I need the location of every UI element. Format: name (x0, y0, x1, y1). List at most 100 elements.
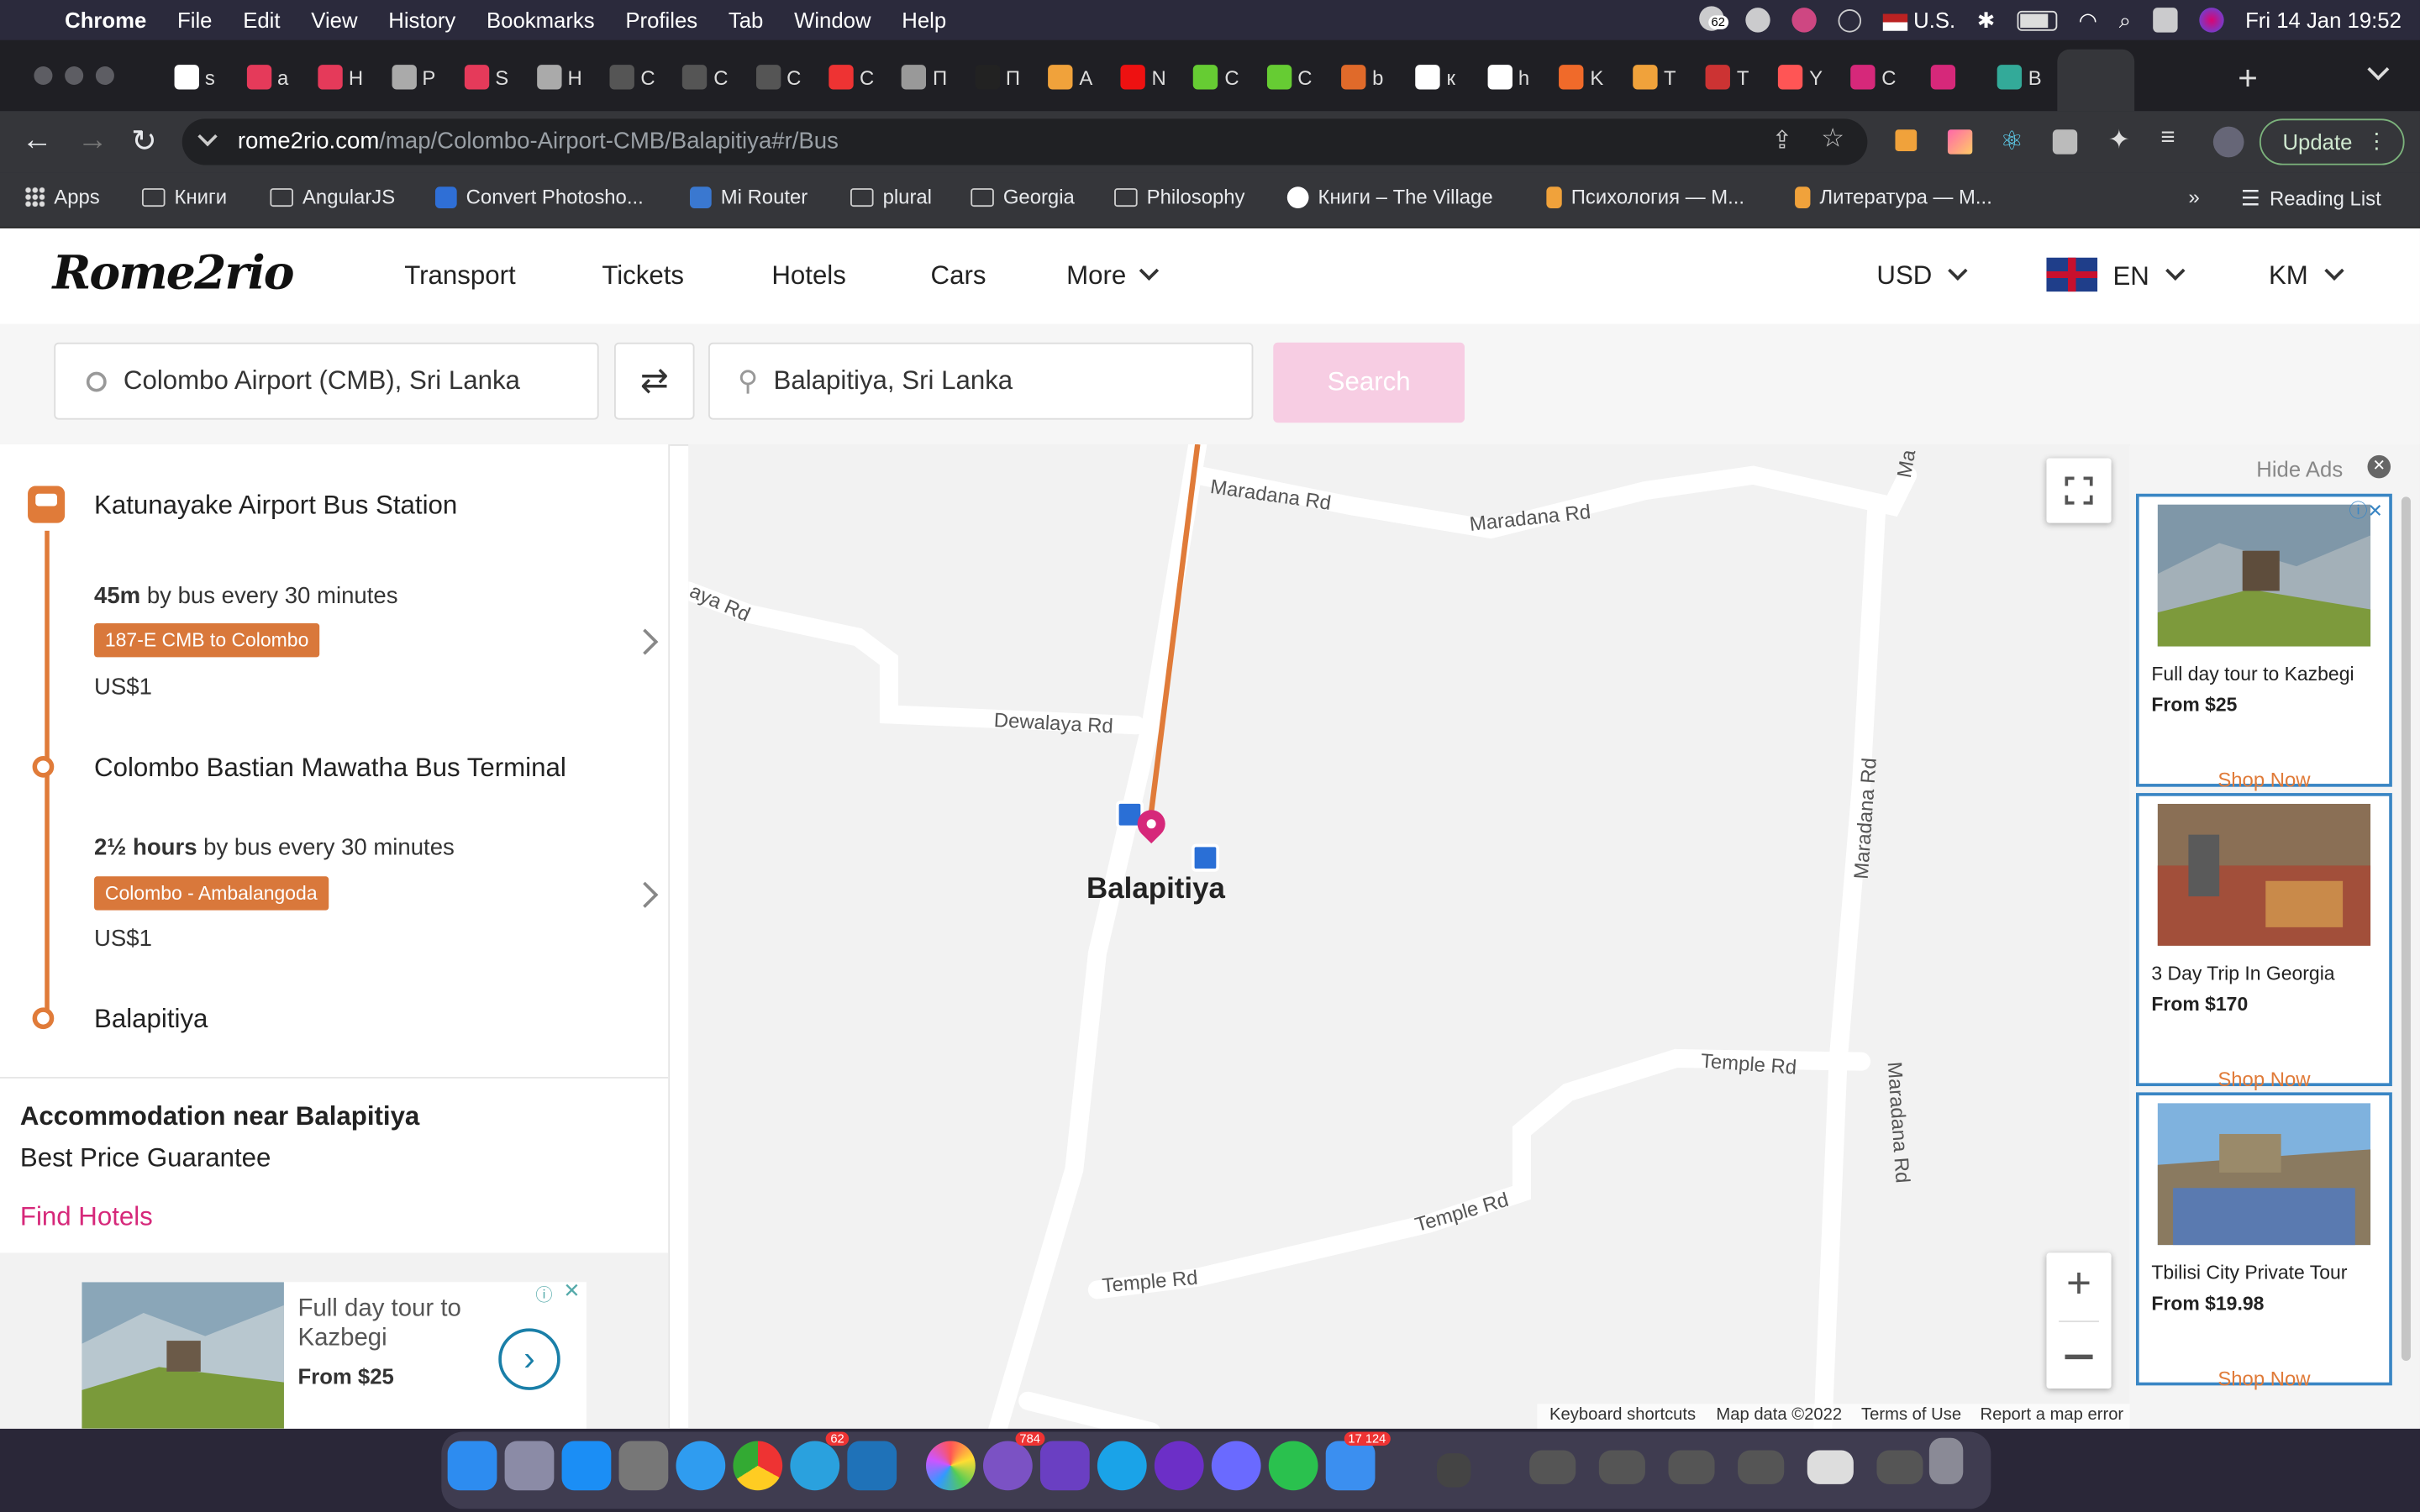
browser-tab[interactable]: C (1843, 52, 1904, 102)
browser-tab[interactable]: P (382, 52, 444, 102)
menu-bookmarks[interactable]: Bookmarks (487, 8, 595, 32)
profile-avatar[interactable] (2212, 126, 2244, 158)
vscode-icon[interactable] (847, 1441, 897, 1491)
viber-icon[interactable]: 784 (982, 1431, 1045, 1491)
close-icon[interactable]: ✕ (2367, 454, 2391, 479)
shop-now-button[interactable]: Shop Now (2139, 1068, 2390, 1091)
ads-scrollbar[interactable] (2401, 496, 2411, 1361)
extension-icon-2[interactable] (1947, 129, 1973, 155)
nav-cars[interactable]: Cars (931, 260, 986, 291)
app-store-icon[interactable] (561, 1441, 612, 1491)
tab-search-chevron-icon[interactable] (2367, 58, 2390, 81)
browser-tab[interactable]: H (309, 52, 371, 102)
browser-tab[interactable]: C (748, 52, 809, 102)
mail-icon[interactable]: 17 124 (1325, 1431, 1391, 1491)
bookmark-apps[interactable]: Apps (24, 185, 100, 208)
rome2rio-logo[interactable]: Rome2rio (52, 247, 294, 301)
media-control-icon[interactable]: ≡ (2160, 125, 2175, 153)
siri-icon[interactable] (2198, 8, 2224, 33)
keyboard-shortcuts-link[interactable]: Keyboard shortcuts (1549, 1405, 1696, 1424)
new-tab-button[interactable]: + (2238, 59, 2258, 99)
bookmark-angularjs[interactable]: AngularJS (270, 185, 395, 208)
window-thumbnail-icon[interactable] (1876, 1450, 1923, 1484)
browser-tab[interactable] (1916, 52, 1977, 102)
menu-edit[interactable]: Edit (243, 8, 280, 32)
window-thumbnail-icon[interactable] (1807, 1450, 1854, 1484)
report-error-link[interactable]: Report a map error (1980, 1405, 2123, 1424)
browser-tab[interactable]: H (529, 52, 590, 102)
ad-close-icon[interactable]: ✕ (563, 1279, 580, 1304)
spotlight-search-icon[interactable]: ⌕ (2119, 7, 2131, 33)
ad-card[interactable]: 3 Day Trip In Georgia From $170 Shop Now (2135, 793, 2392, 1091)
ad-card[interactable]: Tbilisi City Private Tour From $19.98 Sh… (2135, 1092, 2392, 1390)
nav-tickets[interactable]: Tickets (602, 260, 684, 291)
control-center-icon[interactable] (2152, 8, 2178, 33)
menu-tab[interactable]: Tab (729, 8, 763, 32)
terms-link[interactable]: Terms of Use (1861, 1405, 1961, 1424)
skype-icon[interactable] (1097, 1441, 1147, 1491)
browser-tab[interactable]: B (1989, 52, 2050, 102)
language-selector[interactable]: EN (2046, 257, 2185, 294)
trash-icon[interactable] (1928, 1437, 1964, 1484)
browser-tab[interactable]: C (1259, 52, 1320, 102)
recent-app-icon[interactable] (1436, 1453, 1471, 1488)
chrome-icon[interactable] (733, 1441, 783, 1491)
notification-icon[interactable]: 62 (1698, 5, 1728, 34)
finder-icon[interactable] (447, 1441, 497, 1491)
browser-tab[interactable]: Y (1770, 52, 1831, 102)
segment-2-chevron-icon[interactable] (632, 881, 659, 908)
battery-icon[interactable] (2017, 9, 2057, 30)
telegram-icon[interactable]: 62 (790, 1431, 850, 1491)
forward-arrow-icon[interactable]: → (77, 123, 108, 159)
browser-tab[interactable]: C (602, 52, 663, 102)
podcasts-icon[interactable] (1154, 1441, 1204, 1491)
adchoices-icon[interactable]: ⓘ (535, 1282, 557, 1305)
back-arrow-icon[interactable]: ← (22, 123, 53, 159)
shop-now-button[interactable]: Shop Now (2139, 769, 2390, 792)
browser-tab[interactable]: П (966, 52, 1028, 102)
menu-window[interactable]: Window (794, 8, 871, 32)
origin-input[interactable]: Colombo Airport (CMB), Sri Lanka (54, 342, 599, 420)
browser-tab[interactable]: S (455, 52, 517, 102)
url-text[interactable]: rome2rio.com/map/Colombo-Airport-CMB/Bal… (238, 128, 839, 154)
find-hotels-link[interactable]: Find Hotels (20, 1202, 153, 1233)
nav-transport[interactable]: Transport (404, 260, 515, 291)
stop-katunayake[interactable]: Katunayake Airport Bus Station (94, 491, 457, 522)
stop-bastian-mawatha[interactable]: Colombo Bastian Mawatha Bus Terminal (94, 753, 566, 784)
browser-tab[interactable]: C (1186, 52, 1247, 102)
browser-tab[interactable]: A (1039, 52, 1101, 102)
browser-tab[interactable]: N (1113, 52, 1174, 102)
browser-tab[interactable]: C (821, 52, 882, 102)
bookmark-psychology[interactable]: Психология — M... (1546, 185, 1744, 208)
browser-tab[interactable]: s (164, 52, 225, 102)
browser-tab[interactable]: П (893, 52, 955, 102)
reload-icon[interactable]: ↻ (131, 122, 157, 160)
destination-input[interactable]: ⚲ Balapitiya, Sri Lanka (708, 342, 1254, 420)
site-info-chevron-icon[interactable] (197, 126, 218, 147)
bookmark-star-icon[interactable]: ☆ (1821, 123, 1844, 155)
window-minimize-button[interactable] (65, 66, 84, 86)
update-button[interactable]: Update ⋮ (2259, 118, 2405, 165)
bookmarks-overflow-button[interactable]: » (2188, 185, 2199, 208)
currency-selector[interactable]: USD (1876, 260, 1968, 291)
menu-app-name[interactable]: Chrome (65, 8, 146, 32)
map[interactable]: Maradana Rd Maradana Rd Dewalaya Rd aya … (688, 444, 2130, 1429)
browser-tab[interactable]: C (675, 52, 736, 102)
zoom-in-button[interactable]: + (2046, 1259, 2111, 1309)
browser-tab[interactable]: h (1477, 52, 1539, 102)
launchpad-icon[interactable] (504, 1441, 555, 1491)
nav-hotels[interactable]: Hotels (771, 260, 846, 291)
stop-balapitiya[interactable]: Balapitiya (94, 1005, 208, 1036)
photos-icon[interactable] (926, 1441, 976, 1491)
units-selector[interactable]: KM (2269, 260, 2344, 291)
wifi-icon[interactable]: ◠ (2079, 7, 2097, 33)
segment-1-chevron-icon[interactable] (632, 628, 659, 655)
bookmark-mi-router[interactable]: Mi Router (690, 185, 808, 208)
whatsapp-icon[interactable] (1268, 1441, 1318, 1491)
inline-ad-arrow-icon[interactable]: › (498, 1328, 560, 1390)
browser-tab[interactable]: к (1405, 52, 1466, 102)
window-thumbnail-icon[interactable] (1598, 1450, 1645, 1484)
browser-tab[interactable]: K (1550, 52, 1612, 102)
play-icon[interactable] (1838, 8, 1861, 32)
address-bar[interactable]: rome2rio.com/map/Colombo-Airport-CMB/Bal… (182, 118, 1868, 165)
